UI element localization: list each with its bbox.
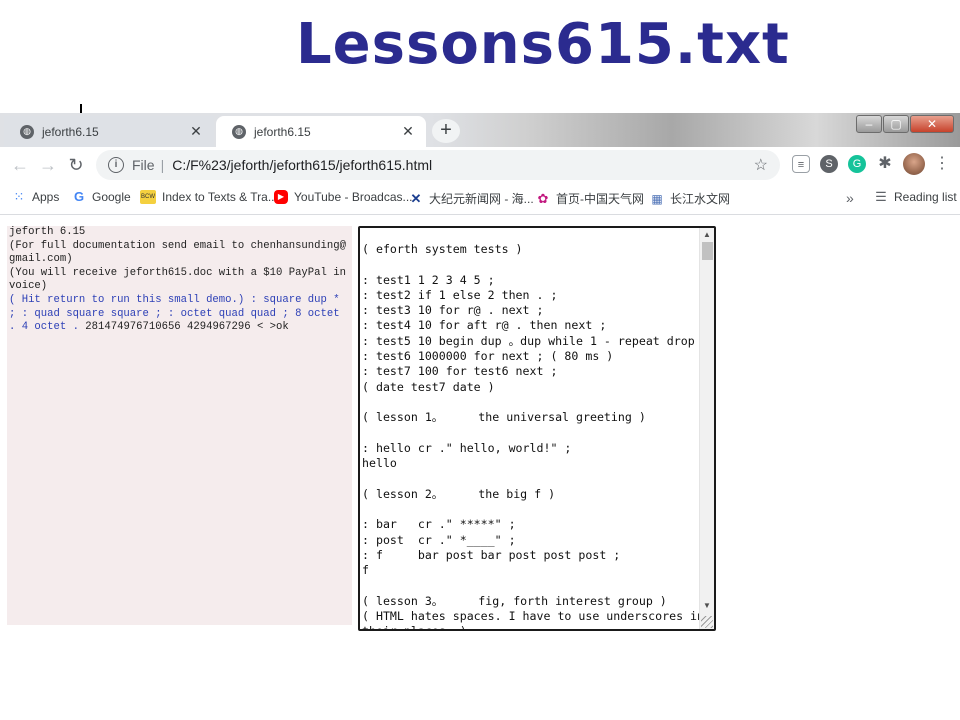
tab-inactive[interactable]: ◍ jeforth6.15 ✕ bbox=[4, 116, 214, 147]
bookmark-label: 长江水文网 bbox=[670, 192, 731, 206]
reload-icon[interactable]: ↻ bbox=[62, 155, 90, 176]
close-icon[interactable]: ✕ bbox=[188, 123, 204, 140]
youtube-icon: ▶ bbox=[274, 190, 288, 204]
vertical-scrollbar[interactable]: ▲ ▼ bbox=[699, 228, 714, 629]
bookmark-star-icon[interactable]: ☆ bbox=[754, 155, 768, 175]
bookmark-dajiyuan[interactable]: ✕ 大纪元新闻网 - 海... bbox=[409, 190, 534, 207]
window-controls: ‒ ▢ ✕ bbox=[856, 115, 954, 133]
reading-list-button[interactable]: ☰ Reading list bbox=[874, 189, 957, 205]
scroll-down-arrow-icon[interactable]: ▼ bbox=[703, 601, 711, 610]
url-text[interactable]: C:/F%23/jeforth/jeforth615/jeforth615.ht… bbox=[172, 157, 753, 173]
source-text[interactable]: ( eforth system tests ) : test1 1 2 3 4 … bbox=[362, 242, 709, 629]
window-close-button[interactable]: ✕ bbox=[910, 115, 954, 133]
resize-grip-icon[interactable] bbox=[701, 616, 713, 628]
close-icon[interactable]: ✕ bbox=[400, 123, 416, 140]
extension-doc-icon[interactable]: ≡ bbox=[792, 155, 810, 173]
dajiyuan-icon: ✕ bbox=[410, 190, 422, 206]
globe-icon: ◍ bbox=[232, 124, 246, 139]
info-icon[interactable]: i bbox=[108, 157, 124, 173]
extensions-puzzle-icon[interactable]: ✱ bbox=[876, 155, 894, 173]
extension-grammarly-icon[interactable]: G bbox=[848, 155, 866, 173]
url-separator: | bbox=[160, 157, 165, 173]
bookmark-label: 大纪元新闻网 - 海... bbox=[429, 192, 534, 206]
slide-title: Lessons615.txt bbox=[296, 12, 790, 77]
bookmarks-bar: ⁙ Apps G Google BCW Index to Texts & Tra… bbox=[0, 183, 960, 215]
bookmark-label: YouTube - Broadcas... bbox=[294, 190, 413, 204]
bookmark-weather[interactable]: ✿ 首页-中国天气网 bbox=[536, 190, 644, 207]
browser-toolbar: ← → ↻ i File | C:/F%23/jeforth/jeforth61… bbox=[0, 147, 960, 183]
console-banner: jeforth 6.15 (For full documentation sen… bbox=[9, 226, 346, 293]
globe-icon: ◍ bbox=[20, 124, 34, 139]
water-icon: ▦ bbox=[651, 191, 663, 206]
forth-console-output[interactable]: jeforth 6.15 (For full documentation sen… bbox=[7, 226, 352, 625]
bookmark-label: Google bbox=[92, 190, 131, 204]
scroll-up-arrow-icon[interactable]: ▲ bbox=[703, 230, 711, 239]
bookmark-index-to-texts[interactable]: BCW Index to Texts & Tra... bbox=[140, 190, 278, 204]
apps-grid-icon: ⁙ bbox=[13, 189, 25, 204]
address-bar[interactable]: i File | C:/F%23/jeforth/jeforth615/jefo… bbox=[96, 150, 780, 180]
tab-active[interactable]: ◍ jeforth6.15 ✕ bbox=[216, 116, 426, 147]
bookmark-water[interactable]: ▦ 长江水文网 bbox=[650, 190, 730, 207]
weather-icon: ✿ bbox=[537, 190, 549, 206]
scroll-thumb[interactable] bbox=[702, 242, 713, 260]
tab-strip: ◍ jeforth6.15 ✕ ◍ jeforth6.15 ✕ + ‒ ▢ ✕ bbox=[0, 113, 960, 147]
bookmark-apps[interactable]: ⁙ Apps bbox=[12, 189, 60, 205]
bookmark-label: 首页-中国天气网 bbox=[556, 192, 644, 206]
bookmark-label: Apps bbox=[32, 190, 60, 204]
maximize-button[interactable]: ▢ bbox=[883, 115, 909, 133]
bookmark-google[interactable]: G Google bbox=[72, 189, 131, 205]
new-tab-button[interactable]: + bbox=[432, 119, 460, 143]
menu-dots-icon[interactable]: ⋮ bbox=[934, 153, 950, 173]
bookmarks-more-icon[interactable]: » bbox=[846, 190, 854, 206]
extension-skype-icon[interactable]: S bbox=[820, 155, 838, 173]
reading-list-icon: ☰ bbox=[875, 189, 887, 204]
tab-label: jeforth6.15 bbox=[254, 124, 311, 139]
google-icon: G bbox=[73, 189, 85, 204]
bookmark-youtube[interactable]: ▶ YouTube - Broadcas... bbox=[274, 190, 413, 204]
profile-avatar[interactable] bbox=[903, 153, 925, 175]
bcw-icon: BCW bbox=[140, 190, 156, 204]
url-scheme: File bbox=[132, 157, 155, 173]
source-textarea[interactable]: ( eforth system tests ) : test1 1 2 3 4 … bbox=[358, 226, 716, 631]
minimize-button[interactable]: ‒ bbox=[856, 115, 882, 133]
reading-list-label: Reading list bbox=[894, 190, 957, 204]
forward-arrow-icon[interactable]: → bbox=[34, 155, 62, 176]
tab-label: jeforth6.15 bbox=[42, 124, 99, 139]
back-arrow-icon[interactable]: ← bbox=[6, 155, 34, 176]
browser-window: ◍ jeforth6.15 ✕ ◍ jeforth6.15 ✕ + ‒ ▢ ✕ … bbox=[0, 113, 960, 217]
console-result: 281474976710656 4294967296 < >ok bbox=[85, 321, 289, 334]
bookmark-label: Index to Texts & Tra... bbox=[162, 190, 278, 204]
